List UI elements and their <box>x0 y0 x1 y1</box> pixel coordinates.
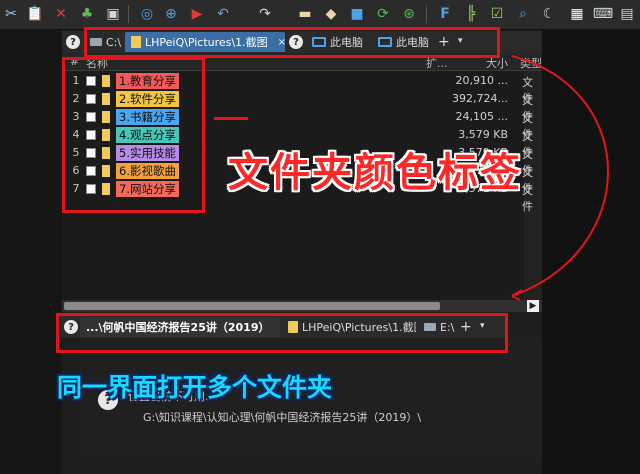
scroll-right-icon[interactable]: ▶ <box>527 300 539 312</box>
grid-icon[interactable]: ▦ <box>566 3 588 25</box>
filter-icon[interactable]: F <box>434 3 456 25</box>
folder-type: 文件 <box>522 184 533 213</box>
square-icon[interactable]: ■ <box>346 3 368 25</box>
multi-tabs-annotation: 同一界面打开多个文件夹 <box>57 373 333 402</box>
toolbar-separator <box>128 5 129 23</box>
moon-icon[interactable]: ☾ <box>538 3 560 25</box>
lower-tabs-highlight-box <box>56 313 508 353</box>
folder-size: 20,910 ... <box>455 74 508 87</box>
tree-icon[interactable]: ♣ <box>76 3 98 25</box>
delete-icon[interactable]: ✕ <box>50 3 72 25</box>
magnify-icon[interactable]: ⌕ <box>512 3 534 25</box>
tree-view-icon[interactable]: ╠ <box>460 3 482 25</box>
monitor-icon[interactable]: ▣ <box>102 3 124 25</box>
unavailable-path: G:\知识课程\认知心理\何帆中国经济报告25讲（2019）\ <box>143 411 422 424</box>
left-gutter <box>0 30 62 474</box>
refresh-icon[interactable]: ⟳ <box>372 3 394 25</box>
tabs-highlight-box <box>84 27 500 58</box>
target-icon[interactable]: ◎ <box>136 3 158 25</box>
undo-icon[interactable]: ↶ <box>212 3 234 25</box>
folder-size: 392,724... <box>452 92 508 105</box>
annotation-arrow-line <box>214 117 248 120</box>
main-toolbar: ✂ 📋 ✕ ♣ ▣ ◎ ⊕ ▶ ↶ ↷ ▬ ◆ ■ ⟳ ⊛ F ╠ ☑ ⌕ ☾ … <box>0 0 640 30</box>
search-icon[interactable]: ⊕ <box>160 3 182 25</box>
help-icon[interactable]: ? <box>66 35 80 49</box>
layout-icon[interactable]: ▤ <box>616 3 638 25</box>
toolbar-separator <box>426 5 427 23</box>
horizontal-scrollbar[interactable] <box>62 300 542 312</box>
col-type[interactable]: 类型 <box>520 55 542 71</box>
scrollbar-thumb[interactable] <box>64 302 440 310</box>
play-icon[interactable]: ▶ <box>186 3 208 25</box>
redo-icon[interactable]: ↷ <box>254 3 276 25</box>
folder-size: 24,105 ... <box>455 110 508 123</box>
diamond-icon[interactable]: ◆ <box>320 3 342 25</box>
clipboard-icon[interactable]: 📋 <box>24 3 46 25</box>
folder-icon[interactable]: ▬ <box>294 3 316 25</box>
right-empty-area <box>542 30 640 474</box>
crosshair-icon[interactable]: ⊛ <box>398 3 420 25</box>
folders-highlight-box <box>62 57 205 213</box>
scissors-icon[interactable]: ✂ <box>0 3 22 25</box>
keyboard-icon[interactable]: ⌨ <box>592 3 614 25</box>
checkbox-icon[interactable]: ☑ <box>486 3 508 25</box>
folder-color-annotation: 文件夹颜色标签 <box>228 150 522 196</box>
